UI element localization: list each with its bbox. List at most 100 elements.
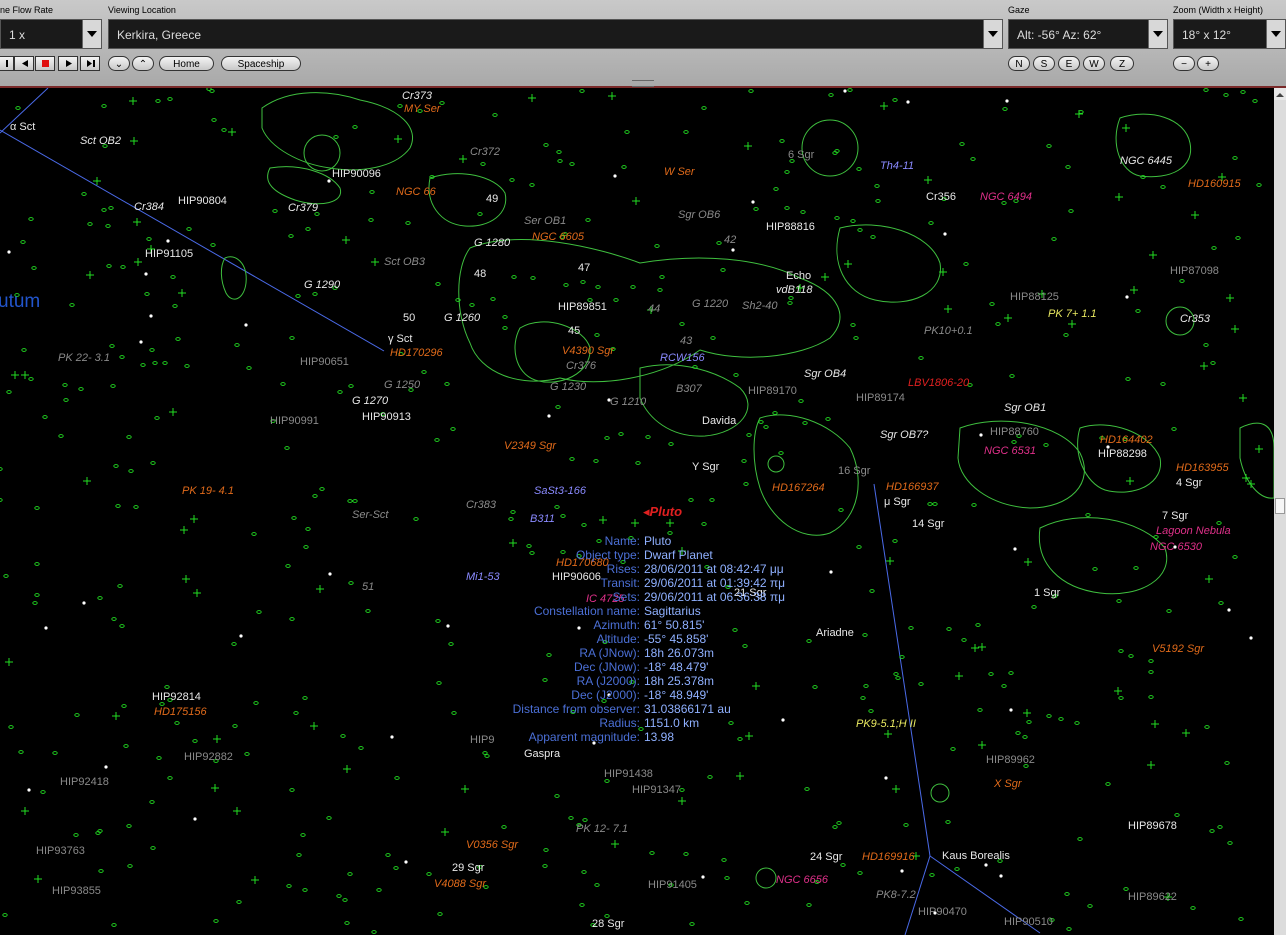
sky-object-label[interactable]: HIP90991: [270, 415, 319, 428]
sky-object-label[interactable]: HIP92882: [184, 751, 233, 764]
home-button[interactable]: Home: [159, 56, 214, 71]
sky-object-label[interactable]: HIP88125: [1010, 291, 1059, 304]
sky-object-label[interactable]: 50: [403, 312, 415, 325]
sky-object-label[interactable]: Cr384: [134, 201, 164, 214]
sky-object-label[interactable]: HIP87098: [1170, 265, 1219, 278]
sky-object-label[interactable]: Sgr OB7?: [880, 429, 928, 442]
sky-object-label[interactable]: HIP91347: [632, 784, 681, 797]
chevron-down-icon[interactable]: [983, 20, 1002, 48]
gaze-zenith-button[interactable]: Z: [1110, 56, 1134, 71]
sky-object-label[interactable]: G 1260: [444, 312, 480, 325]
sky-object-label[interactable]: Lagoon Nebula: [1156, 525, 1231, 538]
sky-object-label[interactable]: SaSt3-166: [534, 485, 586, 498]
sky-object-label[interactable]: Y Sgr: [692, 461, 719, 474]
expand-button[interactable]: ⌃: [132, 56, 154, 71]
sky-object-label[interactable]: Ser OB1: [524, 215, 566, 228]
sky-object-label[interactable]: HIP88816: [766, 221, 815, 234]
sky-object-label[interactable]: V5192 Sgr: [1152, 643, 1204, 656]
sky-object-label[interactable]: Cr373: [402, 90, 432, 103]
sky-object-label[interactable]: 1 Sgr: [1034, 587, 1060, 600]
sky-object-label[interactable]: G 1270: [352, 395, 388, 408]
sky-object-label[interactable]: MY Ser: [404, 103, 440, 116]
zoom-out-button[interactable]: −: [1173, 56, 1195, 71]
gaze-north-button[interactable]: N: [1008, 56, 1030, 71]
flow-rate-select[interactable]: 1 x: [0, 19, 102, 49]
gaze-east-button[interactable]: E: [1058, 56, 1080, 71]
sky-object-label[interactable]: Sh2-40: [742, 300, 777, 313]
sky-object-label[interactable]: NGC 6494: [980, 191, 1032, 204]
sky-object-label[interactable]: Cr383: [466, 499, 496, 512]
vertical-scrollbar[interactable]: [1274, 88, 1286, 935]
sky-object-label[interactable]: Sgr OB1: [1004, 402, 1046, 415]
sky-object-label[interactable]: HIP93855: [52, 885, 101, 898]
step-back-button[interactable]: [0, 56, 14, 71]
sky-object-label[interactable]: 6 Sgr: [788, 149, 814, 162]
sky-object-label[interactable]: HIP92418: [60, 776, 109, 789]
sky-object-label[interactable]: HD170296: [390, 347, 443, 360]
sky-object-label[interactable]: HD166937: [886, 481, 939, 494]
sky-object-label[interactable]: HIP91405: [648, 879, 697, 892]
sky-object-label[interactable]: HD169916: [862, 851, 915, 864]
sky-object-label[interactable]: γ Sct: [388, 333, 412, 346]
sky-object-label[interactable]: HIP89174: [856, 392, 905, 405]
sky-object-label[interactable]: V2349 Sgr: [504, 440, 556, 453]
chevron-down-icon[interactable]: [1148, 20, 1167, 48]
spaceship-button[interactable]: Spaceship: [221, 56, 301, 71]
scroll-thumb[interactable]: [1275, 498, 1285, 514]
scroll-up-button[interactable]: [1274, 88, 1286, 100]
sky-object-label[interactable]: B307: [676, 383, 702, 396]
sky-object-label[interactable]: B311: [530, 513, 555, 526]
sky-object-label[interactable]: HIP89851: [558, 301, 607, 314]
play-button[interactable]: [58, 56, 78, 71]
sky-object-label[interactable]: G 1280: [474, 237, 510, 250]
gaze-select[interactable]: Alt: -56° Az: 62°: [1008, 19, 1168, 49]
sky-object-label[interactable]: PK9-5.1;H II: [856, 718, 916, 731]
sky-object-label[interactable]: Davida: [702, 415, 736, 428]
sky-object-label[interactable]: HIP90804: [178, 195, 227, 208]
sky-object-label[interactable]: Kaus Borealis: [942, 850, 1010, 863]
location-select[interactable]: Kerkira, Greece: [108, 19, 1003, 49]
sky-object-label[interactable]: Th4-11: [880, 160, 914, 173]
sky-object-label[interactable]: PK 19- 4.1: [182, 485, 234, 498]
sky-object-label[interactable]: PK 7+ 1.1: [1048, 308, 1097, 321]
sky-object-label[interactable]: HD163955: [1176, 462, 1229, 475]
zoom-in-button[interactable]: +: [1197, 56, 1219, 71]
sky-object-label[interactable]: Sgr OB6: [678, 209, 720, 222]
sky-object-label[interactable]: 7 Sgr: [1162, 510, 1188, 523]
chevron-down-icon[interactable]: [1266, 20, 1285, 48]
sky-object-label[interactable]: NGC 66: [396, 186, 436, 199]
sky-object-label[interactable]: μ Sgr: [884, 496, 911, 509]
sky-object-label[interactable]: 45: [568, 325, 580, 338]
sky-object-label[interactable]: Cr372: [470, 146, 500, 159]
panel-resize-grip[interactable]: [632, 80, 654, 87]
sky-object-label[interactable]: Ariadne: [816, 627, 854, 640]
sky-object-label[interactable]: 43: [680, 335, 692, 348]
sky-object-label[interactable]: HIP89678: [1128, 820, 1177, 833]
collapse-button[interactable]: ⌄: [108, 56, 130, 71]
sky-object-label[interactable]: HIP88760: [990, 426, 1039, 439]
sky-object-label[interactable]: HIP90470: [918, 906, 967, 919]
step-forward-button[interactable]: [80, 56, 100, 71]
sky-object-label[interactable]: HD167264: [772, 482, 825, 495]
sky-object-label[interactable]: α Sct: [10, 121, 35, 134]
sky-object-label[interactable]: HIP93763: [36, 845, 85, 858]
sky-object-label[interactable]: 14 Sgr: [912, 518, 944, 531]
sky-object-label[interactable]: Echo: [786, 270, 811, 283]
sky-object-label[interactable]: HIP91438: [604, 768, 653, 781]
sky-object-label[interactable]: Sgr OB4: [804, 368, 846, 381]
sky-object-label[interactable]: HIP88298: [1098, 448, 1147, 461]
sky-object-label[interactable]: HIP91105: [145, 248, 193, 261]
sky-object-label[interactable]: G 1250: [384, 379, 420, 392]
sky-object-label[interactable]: NGC 6605: [532, 231, 584, 244]
sky-object-label[interactable]: 16 Sgr: [838, 465, 870, 478]
sky-object-label[interactable]: V0356 Sgr: [466, 839, 518, 852]
sky-object-label[interactable]: 42: [724, 234, 736, 247]
sky-object-label[interactable]: HD164402: [1100, 434, 1153, 447]
stop-button[interactable]: [35, 56, 55, 71]
gaze-west-button[interactable]: W: [1083, 56, 1105, 71]
sky-object-label[interactable]: PK10+0.1: [924, 325, 973, 338]
sky-object-label[interactable]: vdB118: [776, 284, 813, 297]
sky-object-label[interactable]: 28 Sgr: [592, 918, 624, 931]
sky-object-label[interactable]: G 1230: [550, 381, 586, 394]
gaze-south-button[interactable]: S: [1033, 56, 1055, 71]
